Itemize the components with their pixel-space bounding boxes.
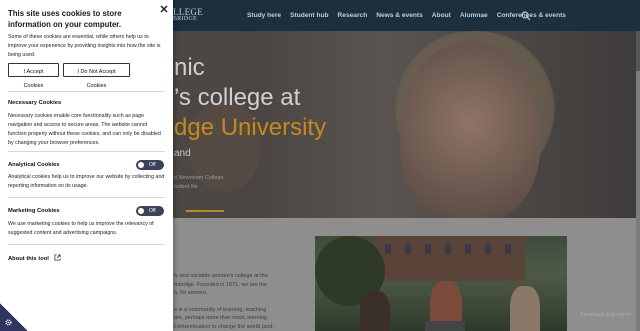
reject-cookies-button[interactable]: I Do Not Accept Cookies bbox=[63, 63, 130, 89]
necessary-cookies-text: Necessary cookies enable core functional… bbox=[8, 113, 161, 146]
external-link-icon bbox=[53, 254, 61, 261]
nav-student-hub[interactable]: Student hub bbox=[290, 12, 328, 19]
hero-portrait bbox=[400, 41, 540, 218]
hero-subtitle: and bbox=[174, 148, 191, 159]
nav-news-events[interactable]: News & events bbox=[376, 12, 423, 19]
analytical-cookies-toggle[interactable]: Off bbox=[136, 160, 164, 170]
about-this-tool-link[interactable]: About this tool bbox=[8, 254, 61, 262]
site-logo[interactable]: LLEGE BRIDGE bbox=[173, 7, 203, 23]
search-icon[interactable] bbox=[521, 11, 531, 21]
hero-caption: d Newnham College tudent life bbox=[174, 174, 224, 192]
cookie-panel-title: This site uses cookies to store informat… bbox=[8, 9, 122, 29]
body-line: t determination to change the world (and… bbox=[174, 323, 274, 330]
body-line: am, perhaps more than most, learning bbox=[174, 315, 267, 321]
body-line: ly and sociable women’s college at the bbox=[174, 273, 268, 279]
nav-alumnae[interactable]: Alumnae bbox=[460, 12, 488, 19]
gear-icon bbox=[5, 319, 12, 326]
hero-caption-line-1: d Newnham College bbox=[174, 175, 224, 181]
cookie-consent-panel: ✕ This site uses cookies to store inform… bbox=[0, 0, 173, 331]
about-this-tool-label: About this tool bbox=[8, 256, 49, 262]
section-divider bbox=[8, 244, 165, 245]
cookie-intro-text: Some of these cookies are essential, whi… bbox=[8, 34, 161, 58]
section-divider bbox=[8, 197, 165, 198]
toggle-state-label: Off bbox=[149, 208, 156, 214]
hero-caption-line-2: tudent life bbox=[174, 184, 198, 190]
marketing-cookies-text: We use marketing cookies to help us impr… bbox=[8, 221, 154, 236]
section-divider bbox=[8, 151, 165, 152]
toggle-state-label: Off bbox=[149, 162, 156, 168]
toggle-knob bbox=[138, 162, 144, 168]
body-line: e is a community of learning, teaching bbox=[174, 306, 267, 313]
logo-line-2: BRIDGE bbox=[173, 16, 198, 22]
nav-conferences-events[interactable]: Conferences & events bbox=[497, 12, 566, 19]
analytical-cookies-text: Analytical cookies help us to improve ou… bbox=[8, 174, 165, 189]
page-scrollbar[interactable] bbox=[636, 31, 640, 331]
hero-title-line-2: ’s college at bbox=[174, 84, 301, 111]
hero-title: nic ’s college at dge University bbox=[174, 53, 326, 143]
nav-study-here[interactable]: Study here bbox=[247, 12, 281, 19]
feedback-link[interactable]: Feedback and report bbox=[580, 312, 631, 318]
students-photo bbox=[315, 236, 567, 331]
nav-research[interactable]: Research bbox=[338, 12, 368, 19]
body-line: n, for women. bbox=[174, 290, 208, 296]
necessary-cookies-title: Necessary Cookies bbox=[8, 100, 62, 106]
hero-title-line-1: nic bbox=[174, 54, 205, 81]
hero-title-line-3: dge University bbox=[174, 114, 327, 141]
marketing-cookies-title: Marketing Cookies bbox=[8, 208, 60, 214]
toggle-knob bbox=[138, 208, 144, 214]
logo-line-1: LLEGE bbox=[173, 7, 203, 17]
cookie-settings-button[interactable] bbox=[0, 303, 28, 331]
marketing-cookies-toggle[interactable]: Off bbox=[136, 206, 164, 216]
accept-cookies-button[interactable]: I Accept Cookies bbox=[8, 63, 59, 89]
hero-accent-line bbox=[186, 210, 224, 212]
intro-paragraphs: ly and sociable women’s college at the m… bbox=[174, 272, 274, 331]
nav-about[interactable]: About bbox=[432, 12, 451, 19]
close-icon[interactable]: ✕ bbox=[159, 5, 169, 16]
analytical-cookies-title: Analytical Cookies bbox=[8, 162, 60, 168]
scrollbar-thumb[interactable] bbox=[636, 31, 640, 71]
body-line: mbridge. Founded in 1871, we are the bbox=[174, 281, 267, 288]
section-divider bbox=[8, 91, 165, 92]
